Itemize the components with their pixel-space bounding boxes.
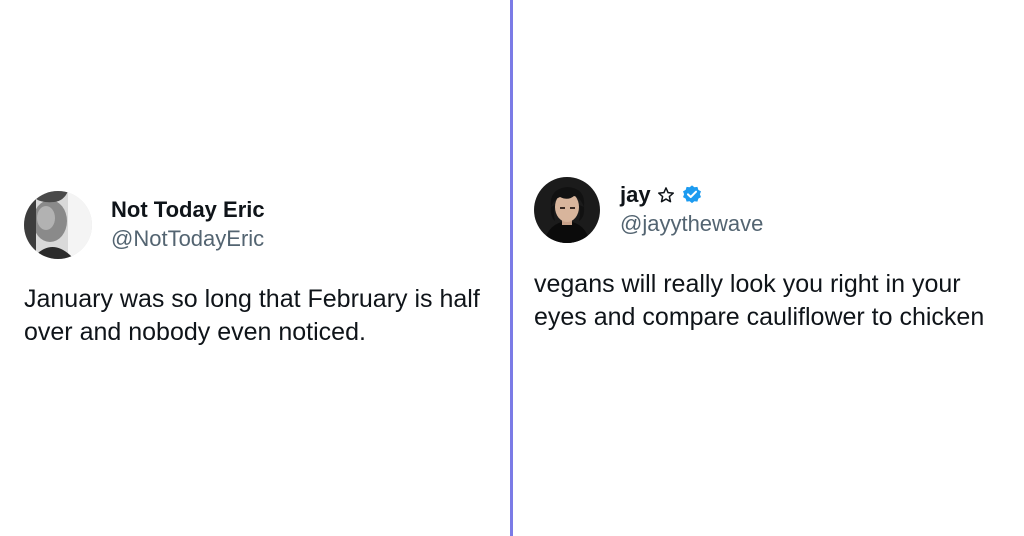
tweet-header: Not Today Eric @NotTodayEric (24, 191, 504, 259)
user-handle[interactable]: @NotTodayEric (111, 225, 265, 253)
user-names: jay @jayythewave (620, 182, 763, 238)
panel-divider (510, 0, 513, 536)
tweet-card-right[interactable]: jay @jayythewave vegans will really look… (534, 177, 1014, 334)
display-name[interactable]: Not Today Eric (111, 197, 265, 223)
tweet-text: vegans will really look you right in you… (534, 270, 985, 331)
user-handle[interactable]: @jayythewave (620, 210, 763, 238)
user-names: Not Today Eric @NotTodayEric (111, 197, 265, 253)
display-name-text[interactable]: jay (620, 182, 651, 208)
tweet-header: jay @jayythewave (534, 177, 1014, 243)
display-name[interactable]: jay (620, 182, 763, 208)
tweet-card-left[interactable]: Not Today Eric @NotTodayEric January was… (24, 191, 504, 349)
verified-badge-icon[interactable] (681, 184, 703, 206)
tweet-text: January was so long that February is hal… (24, 285, 480, 346)
outline-star-icon (657, 186, 675, 204)
avatar[interactable] (534, 177, 600, 243)
avatar[interactable] (24, 191, 92, 259)
display-name-text[interactable]: Not Today Eric (111, 197, 265, 223)
